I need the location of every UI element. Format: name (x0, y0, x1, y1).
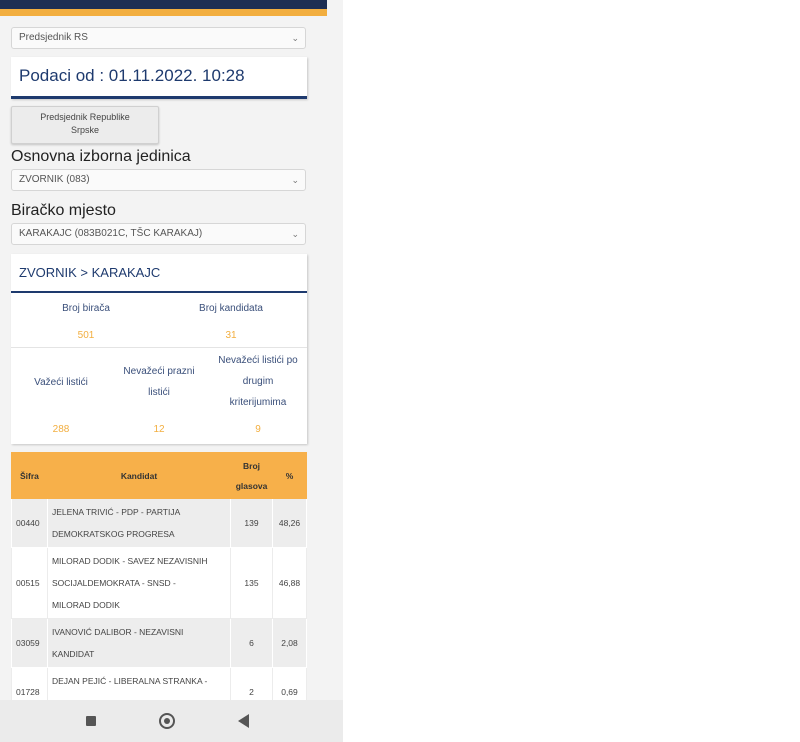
blank-ballots-label-line1: Nevažeći prazni (123, 366, 195, 377)
candidate-percent: 46,88 (272, 547, 307, 619)
election-select-value: Predsjednik RS (19, 32, 88, 43)
unit-select[interactable]: ZVORNIK (083) ⌄ (11, 169, 306, 191)
other-invalid-value: 9 (255, 424, 261, 435)
header-bar (0, 0, 327, 9)
candidate-name: IVANOVIĆ DALIBOR - NEZAVISNI KANDIDAT (46, 618, 232, 668)
results-table: Šifra Kandidat Broj glasova % 00440 JELE… (11, 452, 307, 717)
triangle-back-icon[interactable] (238, 714, 249, 728)
candidate-name-line: JELENA TRIVIĆ - PDP - PARTIJA (51, 507, 181, 517)
chevron-down-icon: ⌄ (291, 175, 299, 185)
candidate-votes: 135 (230, 547, 273, 619)
candidate-percent: 48,26 (272, 498, 307, 548)
candidate-votes: 6 (230, 618, 273, 668)
unit-select-value: ZVORNIK (083) (19, 174, 90, 185)
header-accent-bar (0, 9, 327, 16)
candidate-percent: 2,08 (272, 618, 307, 668)
table-row: 00515 MILORAD DODIK - SAVEZ NEZAVISNIH S… (11, 547, 307, 619)
android-nav-bar (0, 700, 343, 742)
summary-title: ZVORNIK > KARAKAJC (19, 265, 161, 280)
candidates-label: Broj kandidata (199, 303, 263, 314)
code-header: Šifra (11, 452, 48, 499)
election-select[interactable]: Predsjednik RS ⌄ (11, 27, 306, 49)
summary-divider (11, 291, 307, 293)
other-invalid-label-line1: Nevažeći listići po (218, 355, 298, 366)
voters-value: 501 (77, 330, 95, 341)
race-button-label-line2: Srpske (70, 125, 99, 135)
blank-ballots-label: Nevažeći prazni listići (111, 361, 207, 403)
votes-header-line2: glasova (235, 480, 268, 491)
square-icon[interactable] (86, 716, 96, 726)
table-row: 03059 IVANOVIĆ DALIBOR - NEZAVISNI KANDI… (11, 618, 307, 668)
candidate-name-line: KANDIDAT (51, 649, 95, 659)
candidate-name-line: DEJAN PEJIĆ - LIBERALNA STRANKA - (51, 676, 208, 686)
candidate-code: 00440 (11, 498, 48, 548)
race-button[interactable]: Predsjednik Republike Srpske (11, 106, 159, 144)
station-select[interactable]: KARAKAJC (083B021C, TŠC KARAKAJ) ⌄ (11, 223, 306, 245)
candidate-code: 03059 (11, 618, 48, 668)
chevron-down-icon: ⌄ (291, 33, 299, 43)
votes-header: Broj glasova (230, 452, 273, 499)
data-date: Podaci od : 01.11.2022. 10:28 (19, 66, 245, 85)
blank-ballots-label-line2: listići (148, 387, 170, 398)
table-row: 00440 JELENA TRIVIĆ - PDP - PARTIJA DEMO… (11, 498, 307, 548)
unit-heading: Osnovna izborna jedinica (11, 148, 191, 165)
candidates-value: 31 (225, 330, 237, 341)
candidate-code: 00515 (11, 547, 48, 619)
valid-ballots-value: 288 (52, 424, 70, 435)
candidate-name-line: MILORAD DODIK - SAVEZ NEZAVISNIH (51, 556, 208, 566)
candidate-header: Kandidat (46, 452, 232, 499)
summary-card: ZVORNIK > KARAKAJC Broj birača 501 Broj … (11, 254, 307, 444)
data-date-card: Podaci od : 01.11.2022. 10:28 (11, 57, 307, 99)
candidate-name-line: SOCIJALDEMOKRATA - SNSD - (51, 578, 176, 588)
phone-screen: Predsjednik RS ⌄ Podaci od : 01.11.2022.… (0, 0, 343, 742)
blank-ballots-value: 12 (153, 424, 165, 435)
candidate-name-line: IVANOVIĆ DALIBOR - NEZAVISNI (51, 627, 184, 637)
summary-separator (11, 347, 307, 348)
chevron-down-icon: ⌄ (291, 229, 299, 239)
voters-label: Broj birača (62, 303, 110, 314)
votes-header-line1: Broj (243, 460, 261, 471)
valid-ballots-label: Važeći listići (34, 377, 88, 388)
percent-header: % (272, 452, 307, 499)
circle-icon[interactable] (159, 713, 175, 729)
station-heading: Biračko mjesto (11, 202, 116, 219)
station-select-value: KARAKAJC (083B021C, TŠC KARAKAJ) (19, 228, 203, 239)
race-button-label-line1: Predsjednik Republike (40, 112, 130, 122)
candidate-name-line: MILORAD DODIK (51, 600, 120, 610)
other-invalid-label-line3: kriterijumima (229, 397, 287, 408)
candidate-votes: 139 (230, 498, 273, 548)
candidate-name: MILORAD DODIK - SAVEZ NEZAVISNIH SOCIJAL… (46, 547, 232, 619)
other-invalid-label: Nevažeći listići po drugim kriterijumima (209, 350, 307, 413)
other-invalid-label-line2: drugim (242, 376, 274, 387)
candidate-name: JELENA TRIVIĆ - PDP - PARTIJA DEMOKRATSK… (46, 498, 232, 548)
candidate-name-line: DEMOKRATSKOG PROGRESA (51, 529, 175, 539)
results-header-row: Šifra Kandidat Broj glasova % (11, 452, 307, 499)
